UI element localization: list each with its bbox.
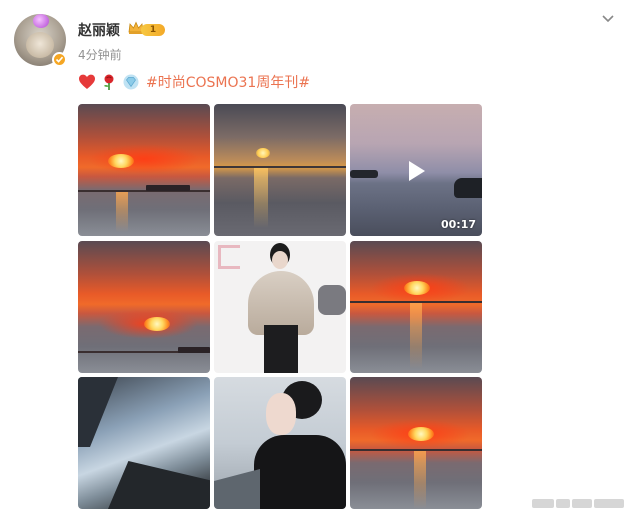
- horizon: [78, 190, 210, 192]
- play-icon[interactable]: [404, 159, 428, 183]
- image-thumb-4[interactable]: [78, 241, 210, 373]
- rock: [454, 178, 482, 198]
- sun: [108, 154, 134, 168]
- sun-reflection: [414, 451, 426, 509]
- rock: [350, 170, 378, 178]
- member-level-badge: 1: [141, 24, 165, 36]
- weibo-post: 赵丽颖 1 4分钟前 #时尚COSMO31周年刊# 00:17: [0, 0, 637, 517]
- black-coat: [254, 435, 346, 509]
- user-name[interactable]: 赵丽颖: [78, 20, 120, 40]
- sun-reflection: [116, 192, 128, 232]
- magazine-logo: [218, 245, 240, 269]
- sun: [408, 427, 434, 441]
- diamond-icon: [123, 74, 139, 90]
- sun: [256, 148, 270, 158]
- image-thumb-8[interactable]: [214, 377, 346, 509]
- image-thumb-1[interactable]: [78, 104, 210, 236]
- ship: [178, 347, 210, 353]
- sun-reflection: [410, 303, 422, 369]
- sun: [144, 317, 170, 331]
- horizon: [214, 166, 346, 168]
- post-time[interactable]: 4分钟前: [78, 46, 122, 63]
- avatar-balloon: [33, 14, 49, 28]
- sun-glow: [88, 144, 200, 174]
- rocks: [108, 461, 210, 509]
- rocks: [214, 469, 260, 509]
- cliff: [78, 377, 118, 447]
- image-thumb-5[interactable]: [214, 241, 346, 373]
- face: [266, 393, 296, 435]
- rose-icon: [104, 74, 114, 90]
- black-dress: [264, 325, 298, 373]
- sun: [404, 281, 430, 295]
- post-content: #时尚COSMO31周年刊#: [78, 72, 310, 92]
- topic-link[interactable]: #时尚COSMO31周年刊#: [146, 72, 310, 92]
- image-thumb-6[interactable]: [350, 241, 482, 373]
- image-thumb-9[interactable]: [350, 377, 482, 509]
- sun-reflection: [254, 168, 268, 228]
- rock: [318, 285, 346, 315]
- chevron-down-icon[interactable]: [600, 12, 616, 26]
- image-grid: 00:17: [78, 104, 482, 509]
- heart-icon: [79, 74, 95, 89]
- watermark: [532, 497, 632, 509]
- face: [272, 251, 288, 269]
- video-duration: 00:17: [440, 218, 476, 231]
- video-thumb[interactable]: 00:17: [350, 104, 482, 236]
- ship: [146, 185, 190, 191]
- image-thumb-2[interactable]: [214, 104, 346, 236]
- avatar-face: [26, 32, 54, 58]
- verified-badge-icon: [52, 52, 67, 67]
- image-thumb-7[interactable]: [78, 377, 210, 509]
